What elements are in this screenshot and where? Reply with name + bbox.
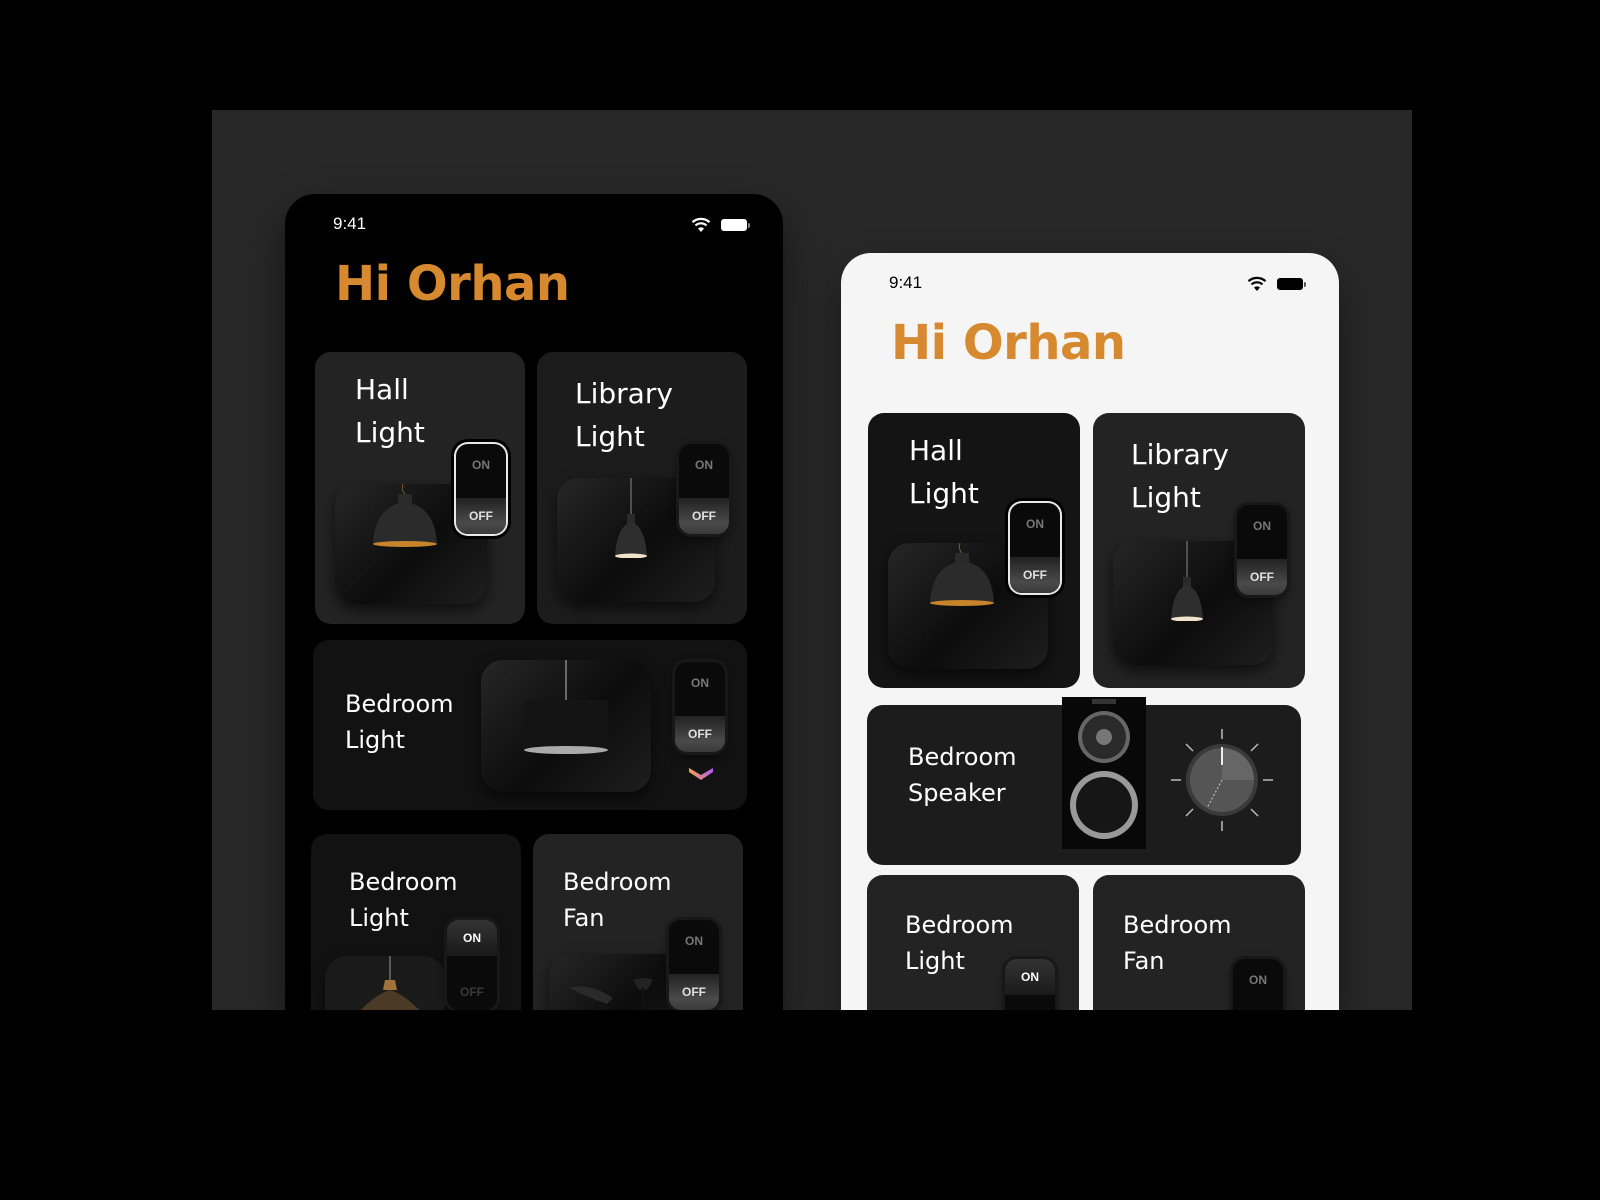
battery-cap	[1304, 282, 1306, 287]
device-card-hall-light[interactable]: Hall Light ON OFF	[868, 413, 1080, 688]
device-card-bedroom-speaker[interactable]: Bedroom Speaker	[867, 697, 1301, 865]
switch-off-label: OFF	[460, 985, 484, 999]
lamp-image-well	[481, 660, 651, 792]
switch-on-label: ON	[695, 458, 713, 472]
card-title: Bedroom Light	[345, 690, 454, 754]
device-card-library-light[interactable]: Library Light ON OFF	[1093, 413, 1305, 688]
power-switch[interactable]: ON OFF	[1010, 503, 1060, 593]
card-title: Hall Light	[355, 373, 425, 449]
power-switch[interactable]: ON OFF	[456, 444, 506, 534]
status-time: 9:41	[333, 214, 367, 233]
battery-icon	[721, 219, 747, 231]
wifi-icon	[691, 217, 711, 232]
power-switch[interactable]: ON OFF	[675, 662, 725, 752]
wifi-icon	[1247, 276, 1267, 291]
switch-off-label: OFF	[1010, 557, 1060, 593]
dome-pendant-lamp-icon	[373, 484, 437, 547]
switch-off-label: OFF	[1237, 559, 1287, 595]
volume-knob[interactable]	[1167, 725, 1277, 835]
greeting-title: Hi Orhan	[891, 315, 1126, 371]
status-bar: 9:41	[285, 214, 783, 236]
battery-cap	[748, 223, 750, 228]
card-title: Bedroom Speaker	[908, 743, 1017, 807]
dome-pendant-lamp-icon	[930, 543, 994, 606]
drum-pendant-lamp-icon	[524, 660, 608, 754]
switch-on-label: ON	[685, 934, 703, 948]
switch-on-label: ON	[1253, 519, 1271, 533]
status-bar: 9:41	[841, 273, 1339, 295]
switch-on-label: ON	[1026, 517, 1044, 531]
switch-on-label: ON	[1249, 973, 1267, 987]
card-title: Library Light	[1131, 438, 1229, 514]
power-switch[interactable]: ON OFF	[1237, 505, 1287, 595]
ceiling-fan-icon	[569, 978, 653, 1010]
switch-on-label: ON	[1005, 959, 1055, 995]
card-title: Bedroom Light	[905, 911, 1014, 975]
light-phone-screen: 9:41 Hi Orhan Hall Light ON OFF Library …	[841, 253, 1339, 1010]
artboard-canvas: 9:41 Hi Orhan Hall Light ON OFF Library …	[212, 110, 1412, 1010]
power-switch[interactable]: ON OFF	[447, 920, 497, 1010]
card-title: Library Light	[575, 377, 673, 453]
narrow-pendant-lamp-icon	[615, 478, 647, 558]
device-card-bedroom-light[interactable]: Bedroom Light ON OFF	[311, 834, 521, 1010]
device-card-bedroom-fan[interactable]: Bedroom Fan ON	[1093, 875, 1305, 1010]
switch-off-label: OFF	[669, 974, 719, 1010]
device-card-hall-light[interactable]: Hall Light ON OFF	[315, 352, 525, 624]
card-title: Bedroom Light	[349, 868, 458, 932]
device-card-bedroom-light-wide[interactable]: Bedroom Light ON OFF	[313, 640, 747, 810]
fan-image-well	[549, 954, 689, 1010]
power-switch[interactable]: ON OFF	[679, 444, 729, 534]
card-title: Hall Light	[909, 434, 979, 510]
switch-on-label: ON	[472, 458, 490, 472]
switch-off-label: OFF	[679, 498, 729, 534]
greeting-title: Hi Orhan	[335, 256, 570, 312]
power-switch[interactable]: ON	[1005, 959, 1055, 1010]
card-title: Bedroom Fan	[563, 868, 672, 932]
brass-pendant-lamp-icon	[360, 956, 420, 1010]
card-title: Bedroom Fan	[1123, 911, 1232, 975]
dark-phone-screen: 9:41 Hi Orhan Hall Light ON OFF Library …	[285, 194, 783, 1010]
power-switch[interactable]: ON	[1233, 959, 1283, 1010]
device-card-library-light[interactable]: Library Light ON OFF	[537, 352, 747, 624]
narrow-pendant-lamp-icon	[1171, 541, 1203, 621]
status-time: 9:41	[889, 273, 923, 292]
bookshelf-speaker-icon	[1062, 697, 1146, 849]
battery-icon	[1277, 278, 1303, 290]
device-card-bedroom-fan[interactable]: Bedroom Fan ON OFF	[533, 834, 743, 1010]
chevron-down-icon[interactable]	[688, 764, 714, 782]
lamp-image-well	[325, 956, 445, 1010]
device-card-bedroom-light[interactable]: Bedroom Light ON	[867, 875, 1079, 1010]
switch-on-label: ON	[447, 920, 497, 956]
switch-off-label: OFF	[456, 498, 506, 534]
switch-off-label: OFF	[675, 716, 725, 752]
power-switch[interactable]: ON OFF	[669, 920, 719, 1010]
switch-on-label: ON	[691, 676, 709, 690]
